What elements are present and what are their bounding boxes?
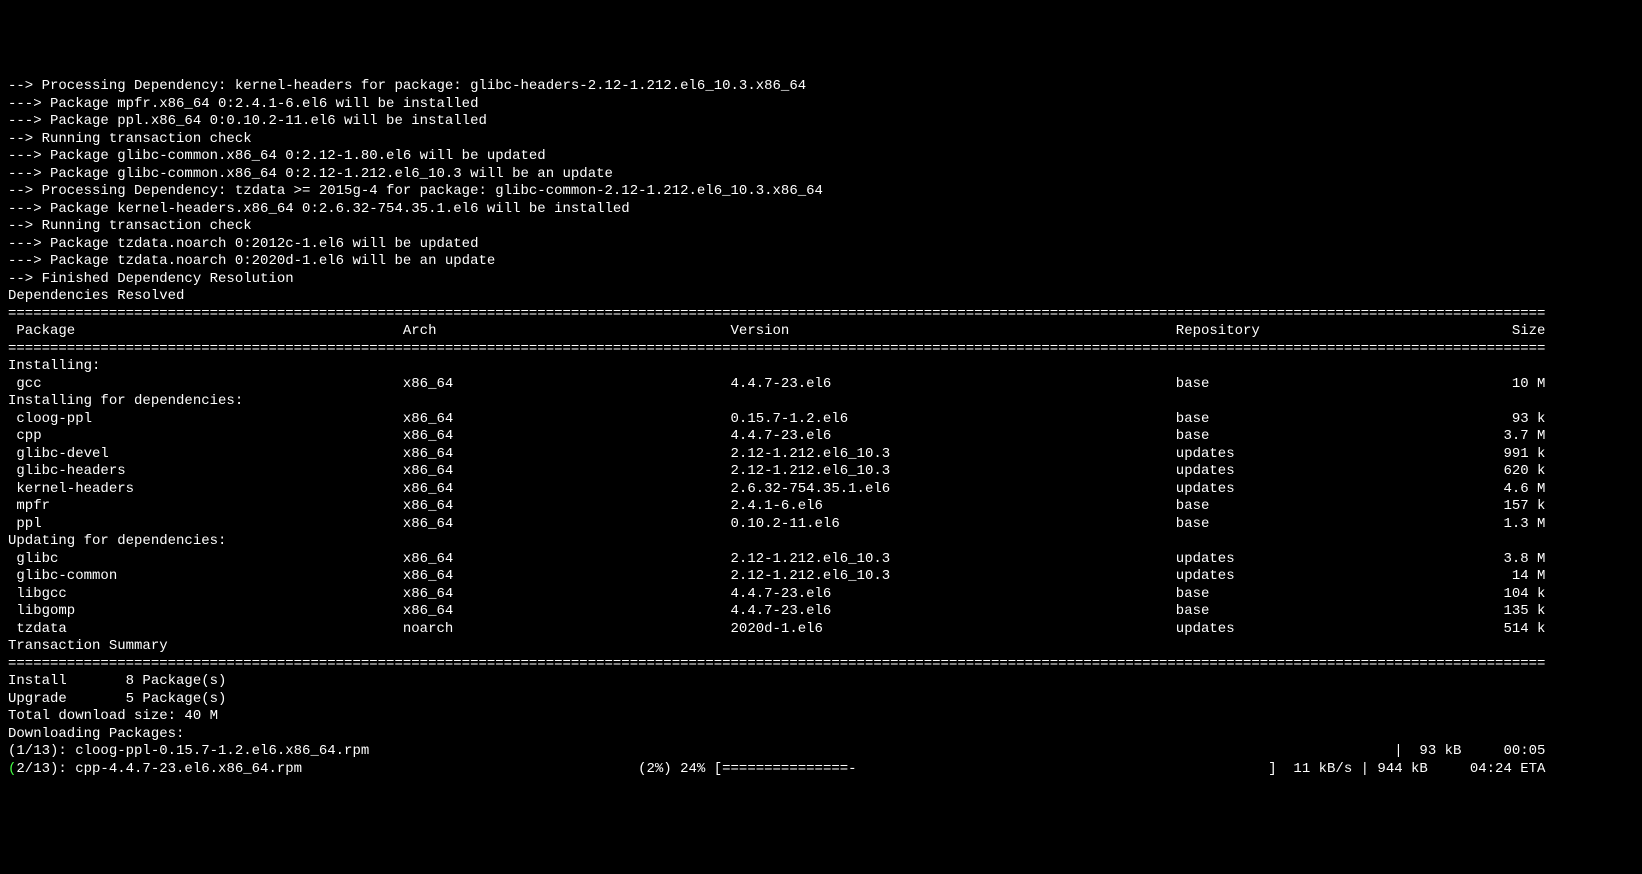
terminal-line: Transaction Summary [8, 638, 1634, 656]
terminal-line: ppl x86_64 0.10.2-11.el6 base 1.3 M [8, 516, 1634, 534]
terminal-line: kernel-headers x86_64 2.6.32-754.35.1.el… [8, 481, 1634, 499]
terminal-line: Install 8 Package(s) [8, 673, 1634, 691]
terminal-line: (1/13): cloog-ppl-0.15.7-1.2.el6.x86_64.… [8, 743, 1634, 761]
terminal-line: ========================================… [8, 656, 1634, 674]
terminal-line: glibc-headers x86_64 2.12-1.212.el6_10.3… [8, 463, 1634, 481]
terminal-line: libgomp x86_64 4.4.7-23.el6 base 135 k [8, 603, 1634, 621]
terminal-line: --> Running transaction check [8, 131, 1634, 149]
terminal-line: ========================================… [8, 306, 1634, 324]
terminal-line: ---> Package glibc-common.x86_64 0:2.12-… [8, 166, 1634, 184]
terminal-line: (2/13): cpp-4.4.7-23.el6.x86_64.rpm (2%)… [8, 761, 1634, 779]
terminal-line: gcc x86_64 4.4.7-23.el6 base 10 M [8, 376, 1634, 394]
terminal-line: ---> Package glibc-common.x86_64 0:2.12-… [8, 148, 1634, 166]
terminal-line: glibc x86_64 2.12-1.212.el6_10.3 updates… [8, 551, 1634, 569]
terminal-line: ========================================… [8, 341, 1634, 359]
terminal-line: tzdata noarch 2020d-1.el6 updates 514 k [8, 621, 1634, 639]
terminal-line: Installing: [8, 358, 1634, 376]
terminal-line: Total download size: 40 M [8, 708, 1634, 726]
terminal-line: ---> Package tzdata.noarch 0:2020d-1.el6… [8, 253, 1634, 271]
terminal-line: --> Running transaction check [8, 218, 1634, 236]
terminal-line: ---> Package mpfr.x86_64 0:2.4.1-6.el6 w… [8, 96, 1634, 114]
terminal-line: cpp x86_64 4.4.7-23.el6 base 3.7 M [8, 428, 1634, 446]
terminal-line: mpfr x86_64 2.4.1-6.el6 base 157 k [8, 498, 1634, 516]
terminal-line: Package Arch Version Repository Size [8, 323, 1634, 341]
terminal-line: libgcc x86_64 4.4.7-23.el6 base 104 k [8, 586, 1634, 604]
terminal-line: Upgrade 5 Package(s) [8, 691, 1634, 709]
terminal-line: ---> Package kernel-headers.x86_64 0:2.6… [8, 201, 1634, 219]
terminal-line: ---> Package tzdata.noarch 0:2012c-1.el6… [8, 236, 1634, 254]
terminal-line: Installing for dependencies: [8, 393, 1634, 411]
terminal-line: --> Processing Dependency: kernel-header… [8, 78, 1634, 96]
terminal-output: --> Processing Dependency: kernel-header… [8, 78, 1634, 778]
terminal-line: Dependencies Resolved [8, 288, 1634, 306]
terminal-line: glibc-common x86_64 2.12-1.212.el6_10.3 … [8, 568, 1634, 586]
terminal-line: glibc-devel x86_64 2.12-1.212.el6_10.3 u… [8, 446, 1634, 464]
terminal-line: Updating for dependencies: [8, 533, 1634, 551]
terminal-line: Downloading Packages: [8, 726, 1634, 744]
terminal-line: --> Finished Dependency Resolution [8, 271, 1634, 289]
terminal-line: ---> Package ppl.x86_64 0:0.10.2-11.el6 … [8, 113, 1634, 131]
terminal-line: cloog-ppl x86_64 0.15.7-1.2.el6 base 93 … [8, 411, 1634, 429]
terminal-line: --> Processing Dependency: tzdata >= 201… [8, 183, 1634, 201]
